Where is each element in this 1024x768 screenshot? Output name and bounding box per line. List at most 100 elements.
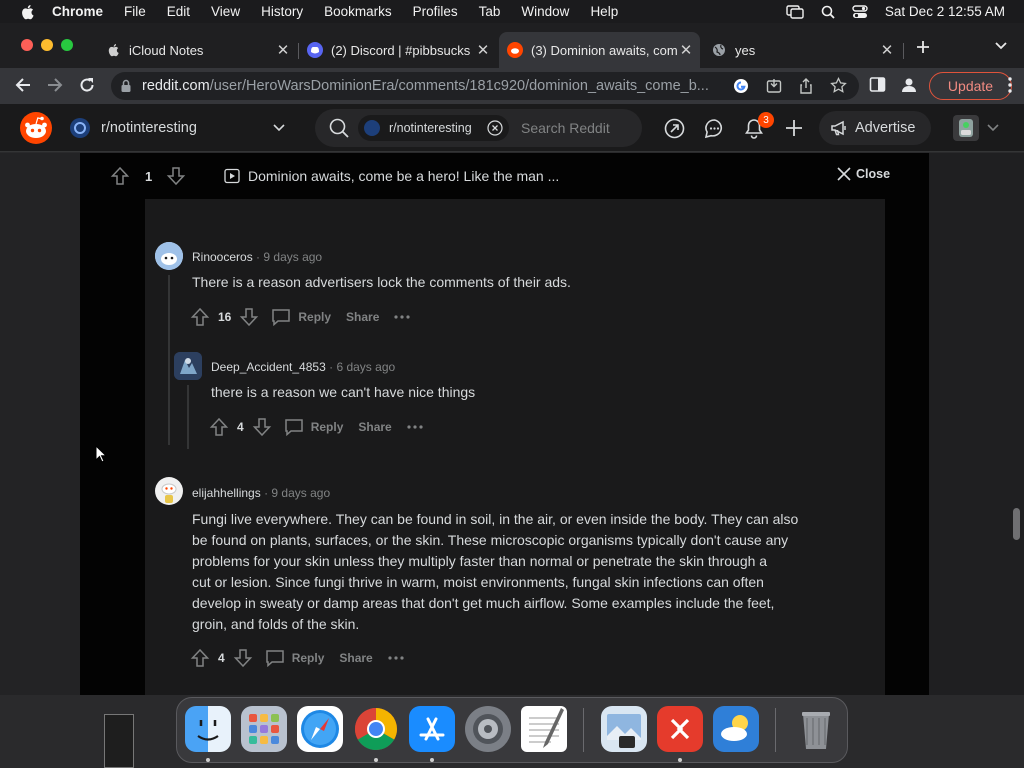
comment-author[interactable]: Rinooceros	[192, 250, 253, 264]
google-lens-icon[interactable]	[733, 78, 749, 94]
menu-tab[interactable]: Tab	[479, 4, 501, 19]
tab-close-icon[interactable]: ✕	[275, 41, 291, 59]
lock-icon[interactable]	[120, 79, 132, 93]
chip-community-icon	[364, 120, 380, 136]
reply-button[interactable]: Reply	[271, 308, 331, 326]
menu-app-name[interactable]: Chrome	[52, 4, 103, 19]
reply-button[interactable]: Reply	[284, 418, 343, 436]
menu-file[interactable]: File	[124, 4, 146, 19]
window-close-button[interactable]	[21, 39, 33, 51]
chrome-icon[interactable]	[353, 706, 399, 752]
upvote-arrow-icon[interactable]	[190, 307, 210, 327]
comment-author[interactable]: elijahhellings	[192, 486, 261, 500]
menu-edit[interactable]: Edit	[167, 4, 190, 19]
tab-search-chevron-icon[interactable]	[995, 42, 1007, 50]
create-post-plus-icon[interactable]	[785, 119, 803, 137]
share-button[interactable]: Share	[339, 651, 372, 665]
upvote-arrow-icon[interactable]	[190, 648, 210, 668]
back-arrow-icon[interactable]	[14, 76, 32, 94]
thread-collapse-line[interactable]	[168, 275, 170, 445]
search-community-chip[interactable]: r/notinteresting	[358, 115, 509, 141]
community-dropdown[interactable]: r/notinteresting	[70, 114, 293, 142]
desktop-window-thumbnail[interactable]	[104, 714, 134, 768]
more-options-icon[interactable]	[394, 315, 411, 319]
post-title[interactable]: Dominion awaits, come be a hero! Like th…	[248, 168, 559, 184]
install-app-icon[interactable]	[766, 78, 782, 94]
weather-icon[interactable]	[713, 706, 759, 752]
launchpad-icon[interactable]	[241, 706, 287, 752]
chat-icon[interactable]	[704, 118, 725, 139]
spotlight-search-icon[interactable]	[821, 5, 835, 19]
downvote-arrow-icon[interactable]	[233, 648, 253, 668]
more-options-icon[interactable]	[407, 425, 423, 429]
window-zoom-button[interactable]	[61, 39, 73, 51]
finder-icon[interactable]	[185, 706, 231, 752]
comment-author-line: elijahhellings · 9 days ago	[192, 486, 331, 500]
share-icon[interactable]	[798, 78, 814, 94]
thread-collapse-line[interactable]	[187, 385, 189, 449]
avatar[interactable]	[155, 477, 183, 505]
reddit-search-bar[interactable]: r/notinteresting Search Reddit	[315, 109, 642, 147]
share-button[interactable]: Share	[358, 420, 391, 434]
reply-button[interactable]: Reply	[265, 649, 324, 667]
comment-body-line: Fungi live everywhere. They can be found…	[192, 511, 799, 527]
reload-icon[interactable]	[78, 76, 96, 94]
system-settings-icon[interactable]	[465, 706, 511, 752]
comment-timestamp[interactable]: 9 days ago	[263, 250, 322, 264]
user-menu-chevron-icon[interactable]	[987, 124, 999, 132]
downvote-arrow-icon[interactable]	[166, 166, 186, 186]
preview-icon[interactable]	[601, 706, 647, 752]
screen-mirroring-icon[interactable]	[786, 4, 804, 19]
more-options-icon[interactable]	[388, 656, 404, 660]
tab-discord[interactable]: (2) Discord | #pibbsucks ✕	[299, 32, 497, 68]
upvote-arrow-icon[interactable]	[209, 417, 229, 437]
menu-bookmarks[interactable]: Bookmarks	[324, 4, 392, 19]
page-scrollbar-thumb[interactable]	[1013, 508, 1020, 540]
tab-close-icon[interactable]: ✕	[879, 41, 895, 59]
comment-timestamp[interactable]: 6 days ago	[336, 360, 395, 374]
menu-view[interactable]: View	[211, 4, 240, 19]
menu-window[interactable]: Window	[521, 4, 569, 19]
tab-close-icon[interactable]: ✕	[678, 41, 694, 59]
search-input[interactable]: Search Reddit	[521, 120, 610, 136]
window-minimize-button[interactable]	[41, 39, 53, 51]
control-center-icon[interactable]	[852, 4, 868, 19]
apple-icon[interactable]	[20, 4, 34, 20]
upvote-arrow-icon[interactable]	[110, 166, 130, 186]
downvote-arrow-icon[interactable]	[252, 417, 272, 437]
tab-dominion-awaits[interactable]: (3) Dominion awaits, come be a hero! ✕	[499, 32, 700, 68]
advertise-button[interactable]: Advertise	[819, 111, 931, 145]
avatar[interactable]	[174, 352, 202, 380]
user-avatar[interactable]	[953, 115, 979, 141]
close-overlay-button[interactable]: Close	[837, 167, 890, 181]
textedit-icon[interactable]	[521, 706, 567, 752]
address-bar[interactable]: reddit.com/user/HeroWarsDominionEra/comm…	[111, 72, 859, 100]
chrome-update-button[interactable]: Update	[929, 72, 1012, 100]
trash-icon[interactable]	[793, 706, 839, 752]
safari-icon[interactable]	[297, 706, 343, 752]
comment-timestamp[interactable]: 9 days ago	[271, 486, 330, 500]
share-button[interactable]: Share	[346, 310, 379, 324]
bookmark-star-icon[interactable]	[830, 77, 847, 94]
reddit-logo-icon[interactable]	[20, 112, 52, 144]
side-panel-icon[interactable]	[869, 76, 886, 93]
chip-remove-icon[interactable]	[487, 120, 503, 136]
new-tab-plus-icon[interactable]	[916, 40, 930, 54]
profile-avatar-icon[interactable]	[900, 76, 918, 94]
tab-yes[interactable]: yes ✕	[703, 32, 901, 68]
comment-author[interactable]: Deep_Accident_4853	[211, 360, 326, 374]
tab-icloud-notes[interactable]: iCloud Notes ✕	[97, 32, 297, 68]
downvote-arrow-icon[interactable]	[239, 307, 259, 327]
app-store-icon[interactable]	[409, 706, 455, 752]
menu-profiles[interactable]: Profiles	[413, 4, 458, 19]
chrome-menu-icon[interactable]	[1008, 76, 1012, 94]
forward-arrow-icon[interactable]	[46, 76, 64, 94]
remote-desktop-icon[interactable]	[657, 706, 703, 752]
menu-clock[interactable]: Sat Dec 2 12:55 AM	[885, 4, 1005, 19]
url-text[interactable]: reddit.com/user/HeroWarsDominionEra/comm…	[142, 78, 732, 94]
menu-help[interactable]: Help	[590, 4, 618, 19]
popular-arrow-icon[interactable]	[664, 118, 685, 139]
tab-close-icon[interactable]: ✕	[475, 41, 491, 59]
avatar[interactable]	[155, 242, 183, 270]
menu-history[interactable]: History	[261, 4, 303, 19]
